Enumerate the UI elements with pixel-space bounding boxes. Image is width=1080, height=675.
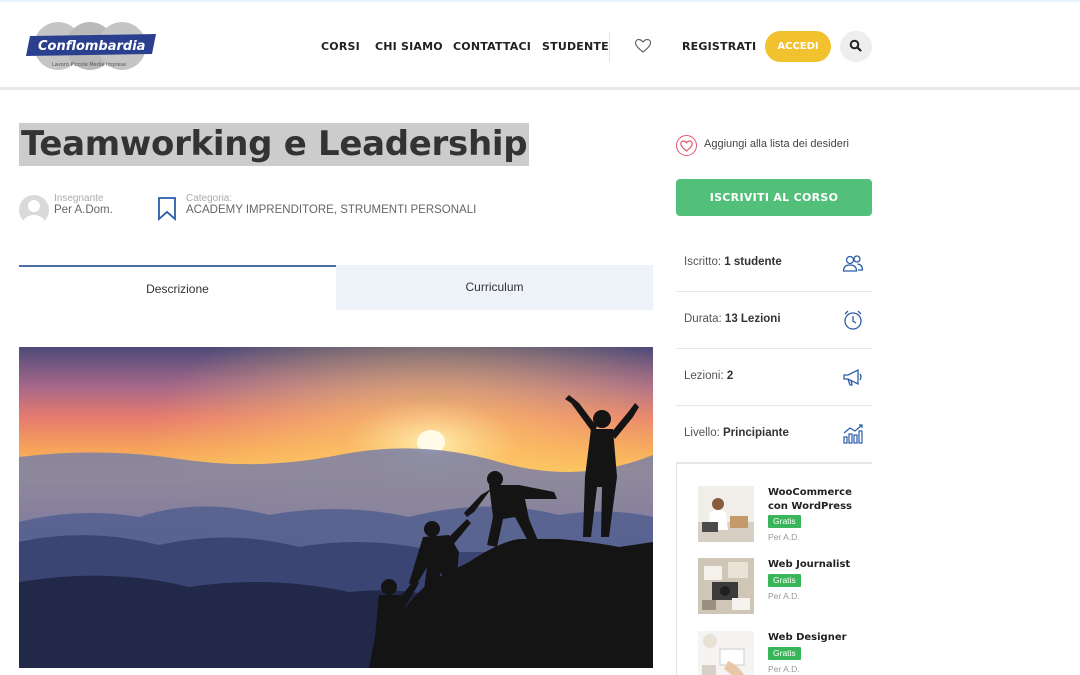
heart-icon — [680, 140, 693, 152]
nav-contattaci[interactable]: CONTATTACI — [453, 40, 531, 53]
info-value: 2 — [726, 370, 734, 382]
users-icon — [842, 255, 864, 272]
register-link[interactable]: REGISTRATI — [682, 40, 756, 53]
site-header: Conflombardia Lavoro Piccole Medie Impre… — [0, 0, 1080, 90]
nav-chi-siamo[interactable]: CHI SIAMO — [375, 40, 443, 53]
info-label: Durata: — [684, 313, 722, 325]
info-row-duration: Durata: 13 Lezioni — [676, 292, 872, 349]
list-item[interactable]: WooCommerce con WordPress Gratis Per A.D… — [698, 486, 873, 542]
info-row-lessons: Lezioni: 2 — [676, 349, 872, 406]
bookmark-icon — [158, 197, 176, 221]
related-course-title[interactable]: Web Designer — [768, 631, 873, 645]
list-item[interactable]: Web Designer Gratis Per A.D. — [698, 631, 873, 675]
clock-icon — [844, 310, 862, 330]
nav-corsi[interactable]: CORSI — [321, 40, 360, 53]
title-highlight: Teamworking e Leadership — [19, 123, 530, 166]
course-cover-image — [19, 347, 653, 668]
course-title: Teamworking e Leadership — [21, 124, 528, 164]
top-line — [0, 0, 1080, 2]
user-avatar-icon — [23, 200, 45, 225]
site-logo[interactable]: Conflombardia Lavoro Piccole Medie Impre… — [22, 20, 158, 72]
teacher-name[interactable]: Per A.Dom. — [54, 204, 113, 216]
info-label: Lezioni: — [684, 370, 724, 382]
info-label: Iscritto: — [684, 256, 722, 268]
nav-studente[interactable]: STUDENTE — [542, 40, 609, 53]
info-row-enrolled: Iscritto: 1 studente — [676, 235, 872, 292]
category-label: Categoria: — [186, 193, 233, 204]
related-course-title[interactable]: WooCommerce con WordPress — [768, 486, 873, 514]
megaphone-icon — [843, 368, 862, 386]
info-value: 13 Lezioni — [724, 313, 781, 325]
related-course-title[interactable]: Web Journalist — [768, 558, 873, 572]
search-button[interactable] — [840, 31, 872, 62]
course-thumbnail[interactable] — [698, 631, 754, 675]
teacher-label: Insegnante — [54, 193, 104, 204]
heart-icon[interactable] — [634, 37, 652, 55]
related-courses: WooCommerce con WordPress Gratis Per A.D… — [676, 463, 872, 675]
avatar — [19, 195, 49, 225]
wishlist-label[interactable]: Aggiungi alla lista dei desideri — [704, 138, 849, 150]
svg-text:Conflombardia: Conflombardia — [38, 39, 145, 54]
course-thumbnail[interactable] — [698, 486, 754, 542]
info-value: 1 studente — [724, 256, 782, 268]
login-button[interactable]: ACCEDI — [765, 31, 831, 62]
course-thumbnail[interactable] — [698, 558, 754, 614]
tab-curriculum[interactable]: Curriculum — [336, 265, 653, 310]
tab-descrizione[interactable]: Descrizione — [19, 265, 336, 310]
price-badge: Gratis — [768, 515, 801, 528]
info-label: Livello: — [684, 427, 720, 439]
wishlist-button[interactable] — [676, 135, 697, 156]
info-value: Principiante — [723, 427, 789, 439]
related-course-author: Per A.D. — [768, 664, 800, 674]
related-course-author: Per A.D. — [768, 591, 800, 601]
price-badge: Gratis — [768, 647, 801, 660]
category-value[interactable]: ACADEMY IMPRENDITORE, STRUMENTI PERSONAL… — [186, 204, 476, 216]
info-row-level: Livello: Principiante — [676, 406, 872, 463]
list-item[interactable]: Web Journalist Gratis Per A.D. — [698, 558, 873, 614]
svg-text:Lavoro Piccole Medie Imprese: Lavoro Piccole Medie Imprese — [52, 62, 126, 68]
search-icon — [849, 39, 862, 52]
bar-chart-icon — [843, 424, 863, 444]
price-badge: Gratis — [768, 574, 801, 587]
nav-divider — [609, 32, 610, 62]
enroll-button[interactable]: ISCRIVITI AL CORSO — [676, 179, 872, 216]
related-course-author: Per A.D. — [768, 532, 800, 542]
